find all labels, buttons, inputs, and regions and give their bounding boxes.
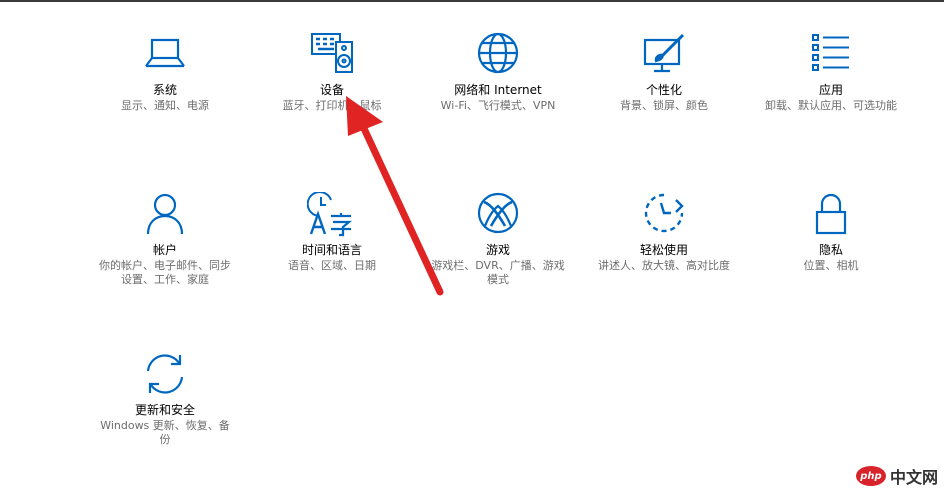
tile-title: 设备 [319,83,344,97]
watermark-logo: php [855,466,886,486]
ease-of-access-icon [584,192,744,238]
app-list-icon [751,32,911,78]
tile-title: 时间和语言 [301,243,362,257]
paint-monitor-icon [584,32,744,78]
window-top-border [0,0,944,2]
tile-description: Wi-Fi、飞行模式、VPN [440,99,556,112]
tile-title: 更新和安全 [134,403,195,417]
tile-gaming[interactable]: 游戏 游戏栏、DVR、广播、游戏模式 [418,192,578,287]
person-icon [85,192,245,238]
tile-title: 个性化 [645,83,682,97]
tile-privacy[interactable]: 隐私 位置、相机 [751,192,911,273]
tile-description: 你的帐户、电子邮件、同步设置、工作、家庭 [99,259,231,286]
tile-description: 游戏栏、DVR、广播、游戏模式 [431,259,565,286]
tile-description: 卸载、默认应用、可选功能 [765,99,897,112]
tile-update-security[interactable]: 更新和安全 Windows 更新、恢复、备份 [85,352,245,447]
tile-title: 应用 [818,83,843,97]
laptop-icon [85,32,245,78]
watermark-text: 中文网 [889,468,938,487]
tile-title: 隐私 [818,243,843,257]
php-watermark: php 中文网 [855,464,938,488]
tile-description: 讲述人、放大镜、高对比度 [598,259,730,272]
tile-title: 网络和 Internet [454,83,542,97]
keyboard-speaker-icon [252,32,412,78]
tile-title: 帐户 [152,243,177,257]
tile-system[interactable]: 系统 显示、通知、电源 [85,32,245,113]
tile-description: 蓝牙、打印机、鼠标 [282,99,382,112]
tile-title: 轻松使用 [639,243,688,257]
tile-apps[interactable]: 应用 卸载、默认应用、可选功能 [751,32,911,113]
lock-icon [751,192,911,238]
tile-description: 位置、相机 [803,259,859,272]
sync-icon [85,352,245,398]
tile-time-language[interactable]: 时间和语言 语音、区域、日期 [252,192,412,273]
tile-description: Windows 更新、恢复、备份 [100,419,230,446]
tile-title: 系统 [152,83,177,97]
tile-accounts[interactable]: 帐户 你的帐户、电子邮件、同步设置、工作、家庭 [85,192,245,287]
xbox-icon [418,192,578,238]
tile-devices[interactable]: 设备 蓝牙、打印机、鼠标 [252,32,412,113]
tile-title: 游戏 [485,243,510,257]
tile-description: 显示、通知、电源 [121,99,209,112]
tile-ease-of-access[interactable]: 轻松使用 讲述人、放大镜、高对比度 [584,192,744,273]
tile-personalization[interactable]: 个性化 背景、锁屏、颜色 [584,32,744,113]
tile-network[interactable]: 网络和 Internet Wi-Fi、飞行模式、VPN [418,32,578,113]
globe-icon [418,32,578,78]
tile-description: 背景、锁屏、颜色 [620,99,708,112]
tile-description: 语音、区域、日期 [288,259,376,272]
time-language-icon [252,192,412,238]
